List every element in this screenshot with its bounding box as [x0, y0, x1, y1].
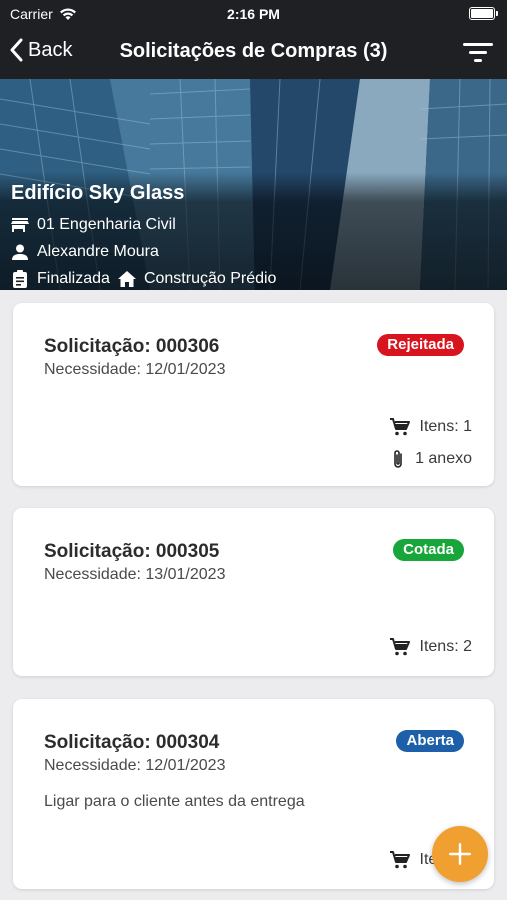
status-project-row: Finalizada Construção Prédio [11, 265, 276, 290]
filter-icon[interactable] [463, 41, 493, 63]
request-card[interactable]: Solicitação: 000305 Necessidade: 13/01/2… [13, 508, 494, 676]
cart-icon [389, 418, 410, 436]
add-request-button[interactable] [432, 826, 488, 882]
person-label: Alexandre Moura [37, 242, 159, 260]
request-need-date: Necessidade: 12/01/2023 [44, 757, 226, 774]
request-number: Solicitação: 000305 [44, 541, 220, 562]
status-badge: Aberta [396, 730, 464, 752]
request-need-date: Necessidade: 12/01/2023 [44, 361, 226, 378]
person-icon [12, 244, 28, 260]
department-label: 01 Engenharia Civil [37, 215, 176, 233]
request-card[interactable]: Solicitação: 000306 Necessidade: 12/01/2… [13, 303, 494, 486]
cart-icon [389, 851, 410, 869]
department-row: 01 Engenharia Civil [11, 211, 276, 238]
attachments-label: 1 anexo [415, 450, 472, 467]
store-icon [11, 217, 29, 232]
nav-row: Back Solicitações de Compras (3) [0, 30, 507, 74]
person-row: Alexandre Moura [11, 238, 276, 265]
items-label: Itens: 2 [419, 638, 472, 655]
request-number: Solicitação: 000306 [44, 336, 220, 357]
page-title: Solicitações de Compras (3) [119, 40, 388, 62]
clipboard-icon [13, 269, 27, 288]
request-note: Ligar para o cliente antes da entrega [44, 793, 305, 810]
status-badge: Rejeitada [377, 334, 464, 356]
paperclip-icon [394, 450, 402, 468]
project-label: Construção Prédio [143, 269, 277, 287]
building-info: Edifício Sky Glass 01 Engenharia Civil A… [11, 182, 276, 290]
request-need-date: Necessidade: 13/01/2023 [44, 566, 226, 583]
request-number: Solicitação: 000304 [44, 732, 220, 753]
navigation-bar: Carrier 2:16 PM Back Solicitações de Com… [0, 0, 507, 79]
building-header: Edifício Sky Glass 01 Engenharia Civil A… [0, 79, 507, 290]
status-time: 2:16 PM [227, 6, 280, 22]
items-count: Itens: 2 [389, 638, 472, 656]
cart-icon [389, 638, 410, 656]
home-icon [117, 270, 136, 287]
attachments-count[interactable]: 1 anexo [391, 449, 472, 469]
items-count: Itens: 1 [389, 418, 472, 436]
plus-icon [449, 843, 471, 865]
items-label: Itens: 1 [419, 418, 472, 435]
status-badge: Cotada [393, 539, 464, 561]
building-name: Edifício Sky Glass [11, 182, 185, 204]
status-label: Finalizada [37, 269, 110, 287]
battery-icon [469, 7, 498, 20]
request-card[interactable]: Solicitação: 000304 Necessidade: 12/01/2… [13, 699, 494, 889]
status-bar: Carrier 2:16 PM [0, 4, 507, 24]
